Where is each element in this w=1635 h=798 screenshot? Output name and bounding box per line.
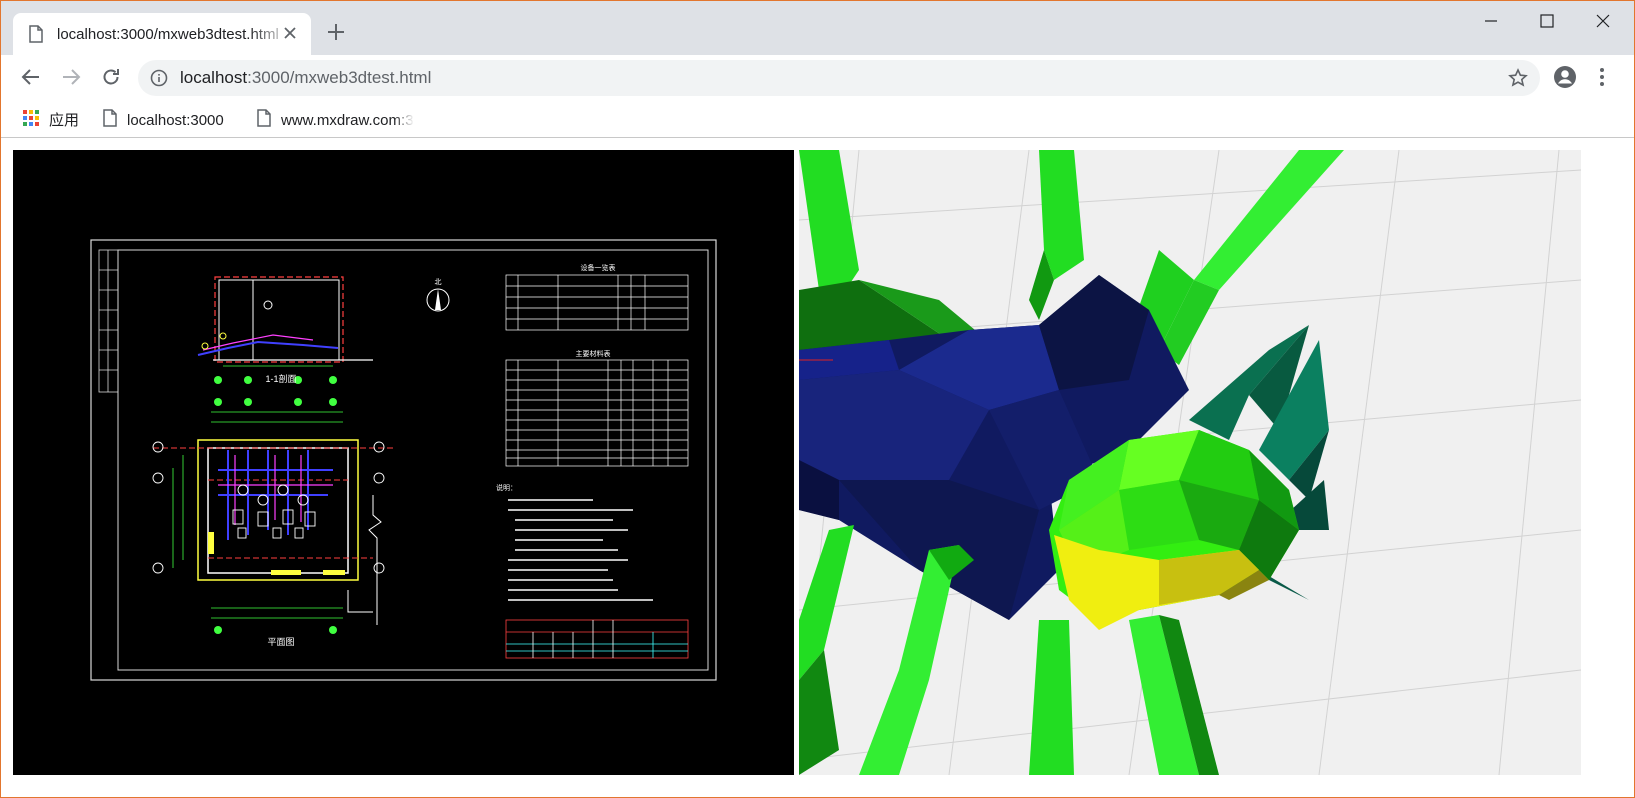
kebab-menu-icon[interactable] bbox=[1599, 67, 1605, 92]
address-path: :3000/mxweb3dtest.html bbox=[247, 68, 432, 87]
maximize-icon[interactable] bbox=[1539, 13, 1555, 34]
file-icon bbox=[103, 109, 117, 131]
bookmarks-bar: 应用 localhost:3000 www.mxdraw.com:3 bbox=[1, 101, 1634, 138]
minimize-icon[interactable] bbox=[1483, 13, 1499, 34]
info-icon[interactable] bbox=[150, 69, 168, 92]
window-close-icon[interactable] bbox=[1595, 13, 1611, 34]
tab-strip: localhost:3000/mxweb3dtest.html bbox=[1, 1, 1634, 55]
bookmark-label: 应用 bbox=[49, 112, 80, 129]
bookmark-label: www.mxdraw.com:3 bbox=[281, 111, 414, 129]
3d-model-render bbox=[799, 150, 1581, 775]
plan-title: 平面图 bbox=[267, 637, 294, 647]
table1-title: 设备一览表 bbox=[581, 263, 616, 272]
address-url: localhost:3000/mxweb3dtest.html bbox=[180, 68, 431, 88]
notes-title: 说明： bbox=[496, 483, 517, 492]
cad-drawing: 1-1剖面 平面图 北 设备一览表 主要材料表 说明： bbox=[90, 239, 717, 681]
bookmark-mxdraw[interactable]: www.mxdraw.com:3 bbox=[257, 109, 414, 131]
bookmark-apps[interactable]: 应用 bbox=[23, 109, 79, 130]
north-arrow-icon: 北 bbox=[426, 278, 450, 312]
page-content: 1-1剖面 平面图 北 设备一览表 主要材料表 说明： bbox=[1, 138, 1634, 797]
section-title: 1-1剖面 bbox=[265, 373, 296, 384]
bookmark-localhost[interactable]: localhost:3000 bbox=[103, 109, 224, 131]
reload-icon[interactable] bbox=[101, 67, 121, 92]
back-arrow-icon[interactable] bbox=[21, 67, 41, 92]
notes-text-lines bbox=[508, 499, 653, 601]
tab-title: localhost:3000/mxweb3dtest.html bbox=[57, 26, 279, 43]
north-label: 北 bbox=[435, 278, 442, 286]
forward-arrow-icon[interactable] bbox=[61, 67, 81, 92]
bookmark-label: localhost:3000 bbox=[127, 111, 224, 129]
account-icon[interactable] bbox=[1553, 65, 1577, 94]
plus-icon[interactable] bbox=[327, 23, 345, 46]
cad-viewer-canvas[interactable]: 1-1剖面 平面图 北 设备一览表 主要材料表 说明： bbox=[13, 150, 794, 775]
3d-viewer-canvas[interactable] bbox=[799, 150, 1581, 775]
browser-toolbar: localhost:3000/mxweb3dtest.html bbox=[1, 55, 1634, 101]
file-icon bbox=[29, 25, 43, 48]
table2-title: 主要材料表 bbox=[576, 349, 611, 358]
address-host: localhost bbox=[180, 68, 248, 87]
address-bar[interactable]: localhost:3000/mxweb3dtest.html bbox=[138, 60, 1540, 96]
close-icon[interactable] bbox=[283, 26, 297, 45]
star-icon[interactable] bbox=[1508, 68, 1528, 93]
file-icon bbox=[257, 109, 271, 131]
browser-tab[interactable]: localhost:3000/mxweb3dtest.html bbox=[13, 13, 311, 55]
apps-grid-icon bbox=[23, 109, 39, 130]
